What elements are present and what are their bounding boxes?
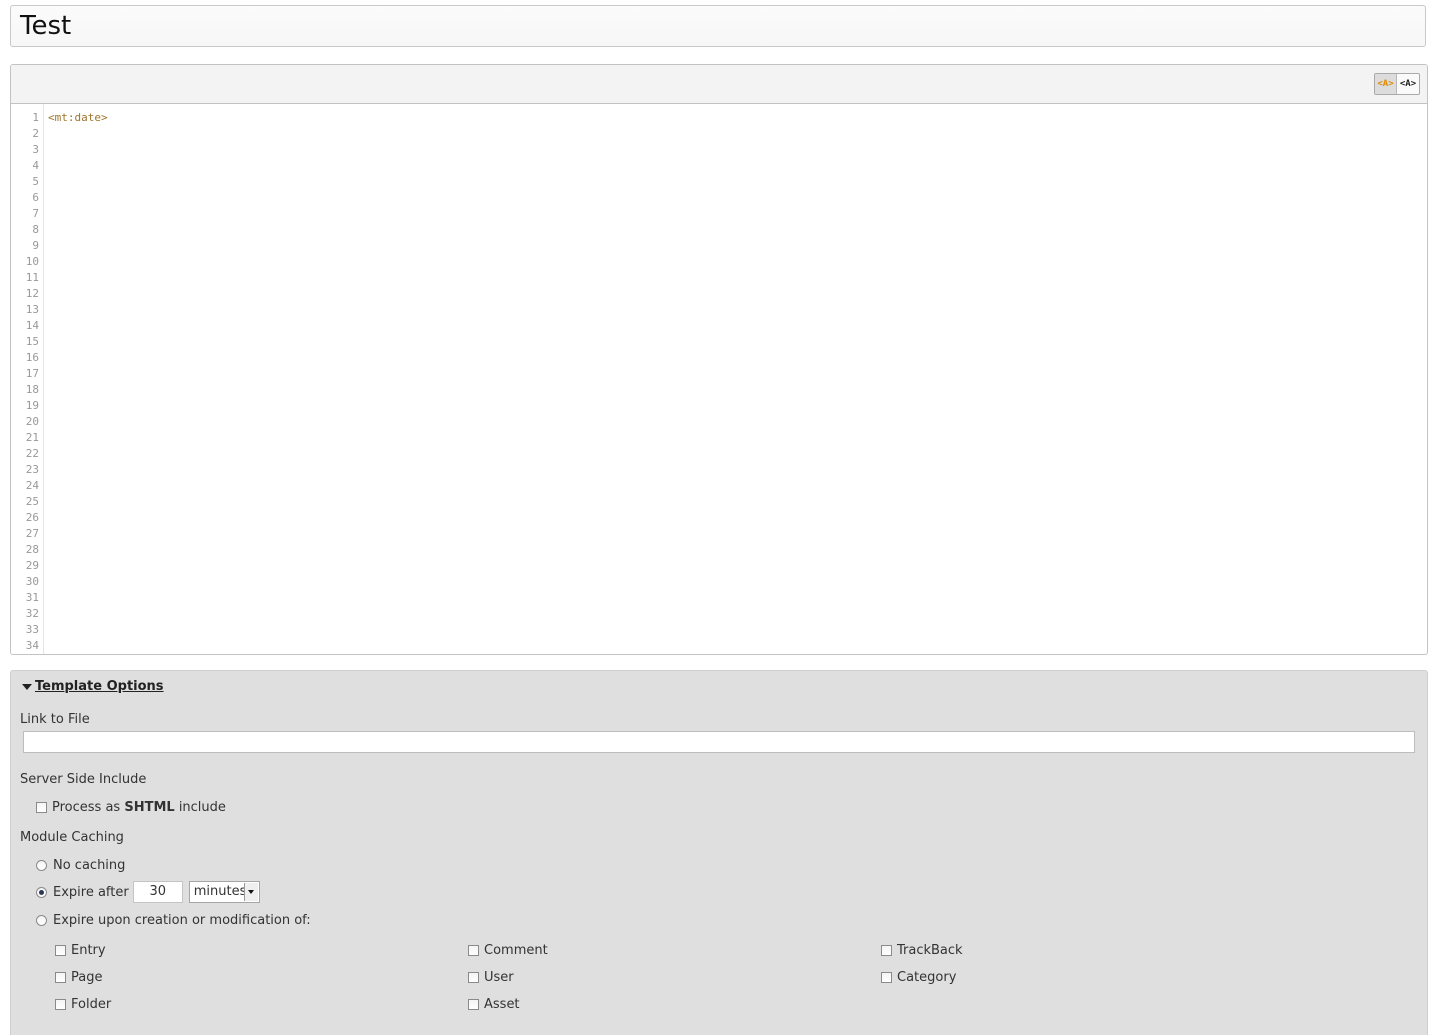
object-type-comment-label: Comment xyxy=(484,943,548,958)
line-number: 13 xyxy=(25,303,39,316)
code-text-area[interactable]: <mt:date> xyxy=(48,104,1427,654)
object-type-asset-row: Asset xyxy=(468,997,520,1012)
line-number: 9 xyxy=(32,239,39,252)
dropdown-arrow-icon xyxy=(243,883,258,901)
line-number: 34 xyxy=(25,639,39,652)
template-title-field[interactable]: Test xyxy=(10,5,1426,47)
code-editor[interactable]: <A> <A> 1 2 3 4 5 6 7 8 9 10 11 12 13 14 15 16 17 18 19 20 2… xyxy=(10,64,1428,655)
line-number: 14 xyxy=(25,319,39,332)
line-number: 2 xyxy=(32,127,39,140)
object-type-folder-label: Folder xyxy=(71,997,112,1012)
line-number: 26 xyxy=(25,511,39,524)
no-caching-row: No caching xyxy=(36,858,125,873)
ssi-prefix: Process as xyxy=(52,800,121,815)
link-to-file-input[interactable] xyxy=(23,731,1415,753)
line-number: 29 xyxy=(25,559,39,572)
expire-after-row: Expire after 30 minutes xyxy=(36,881,260,903)
line-number: 15 xyxy=(25,335,39,348)
line-number: 30 xyxy=(25,575,39,588)
object-type-category-label: Category xyxy=(897,970,957,985)
ssi-checkbox[interactable] xyxy=(36,802,47,813)
line-number: 10 xyxy=(25,255,39,268)
no-caching-radio[interactable] xyxy=(36,860,47,871)
code-line: <mt:date> xyxy=(48,111,108,124)
editor-toolbar: <A> <A> xyxy=(11,65,1427,104)
object-type-comment-row: Comment xyxy=(468,943,548,958)
line-number: 28 xyxy=(25,543,39,556)
line-number: 31 xyxy=(25,591,39,604)
line-number: 33 xyxy=(25,623,39,636)
object-type-entry-label: Entry xyxy=(71,943,106,958)
object-type-category-checkbox[interactable] xyxy=(881,972,892,983)
line-number: 6 xyxy=(32,191,39,204)
object-type-user-checkbox[interactable] xyxy=(468,972,479,983)
line-number: 18 xyxy=(25,383,39,396)
template-options-label: Template Options xyxy=(35,679,164,694)
link-to-file-label: Link to File xyxy=(20,712,90,727)
line-number: 7 xyxy=(32,207,39,220)
no-caching-label: No caching xyxy=(53,858,126,873)
object-type-folder-row: Folder xyxy=(55,997,111,1012)
syntax-highlight-on-button[interactable]: <A> xyxy=(1375,74,1397,94)
ssi-option-row: Process as SHTML include xyxy=(36,800,226,815)
expire-upon-radio[interactable] xyxy=(36,915,47,926)
line-number: 32 xyxy=(25,607,39,620)
object-type-trackback-checkbox[interactable] xyxy=(881,945,892,956)
line-number: 12 xyxy=(25,287,39,300)
object-type-entry-checkbox[interactable] xyxy=(55,945,66,956)
line-number: 23 xyxy=(25,463,39,476)
object-type-asset-label: Asset xyxy=(484,997,520,1012)
line-number: 27 xyxy=(25,527,39,540)
ssi-suffix: include xyxy=(178,800,226,815)
line-number: 19 xyxy=(25,399,39,412)
object-type-comment-checkbox[interactable] xyxy=(468,945,479,956)
line-number: 1 xyxy=(32,111,39,124)
line-number: 17 xyxy=(25,367,39,380)
line-number: 16 xyxy=(25,351,39,364)
line-number: 3 xyxy=(32,143,39,156)
ssi-shtml-text: SHTML xyxy=(124,800,175,815)
template-title-text: Test xyxy=(20,11,72,41)
object-type-page-row: Page xyxy=(55,970,102,985)
expire-after-label: Expire after xyxy=(53,884,129,900)
object-type-asset-checkbox[interactable] xyxy=(468,999,479,1010)
object-type-user-label: User xyxy=(484,970,514,985)
object-type-page-checkbox[interactable] xyxy=(55,972,66,983)
expire-upon-label: Expire upon creation or modification of: xyxy=(53,913,311,928)
object-type-page-label: Page xyxy=(71,970,103,985)
line-number: 11 xyxy=(25,271,39,284)
syntax-highlight-toggle-group: <A> <A> xyxy=(1374,73,1420,95)
object-type-category-row: Category xyxy=(881,970,956,985)
expire-interval-input[interactable]: 30 xyxy=(132,881,183,903)
object-type-entry-row: Entry xyxy=(55,943,106,958)
object-type-trackback-label: TrackBack xyxy=(897,943,963,958)
template-options-toggle[interactable]: Template Options xyxy=(22,679,164,694)
module-caching-label: Module Caching xyxy=(20,830,124,845)
object-type-user-row: User xyxy=(468,970,514,985)
line-number: 5 xyxy=(32,175,39,188)
object-type-folder-checkbox[interactable] xyxy=(55,999,66,1010)
triangle-down-icon xyxy=(22,683,32,690)
line-number: 25 xyxy=(25,495,39,508)
server-side-include-label: Server Side Include xyxy=(20,772,147,787)
syntax-highlight-off-button[interactable]: <A> xyxy=(1397,74,1419,94)
object-type-trackback-row: TrackBack xyxy=(881,943,963,958)
template-options-panel: Template Options Link to File Server Sid… xyxy=(10,670,1428,1035)
line-number: 21 xyxy=(25,431,39,444)
line-number: 24 xyxy=(25,479,39,492)
expire-unit-select[interactable]: minutes xyxy=(188,881,260,903)
line-number: 4 xyxy=(32,159,39,172)
line-number-gutter: 1 2 3 4 5 6 7 8 9 10 11 12 13 14 15 16 17 18 19 20 21 22 23 24 2… xyxy=(11,104,44,654)
expire-unit-value: minutes xyxy=(193,884,247,899)
expire-upon-row: Expire upon creation or modification of: xyxy=(36,913,311,928)
line-number: 22 xyxy=(25,447,39,460)
line-number: 20 xyxy=(25,415,39,428)
expire-after-radio[interactable] xyxy=(36,886,47,898)
line-number: 8 xyxy=(32,223,39,236)
